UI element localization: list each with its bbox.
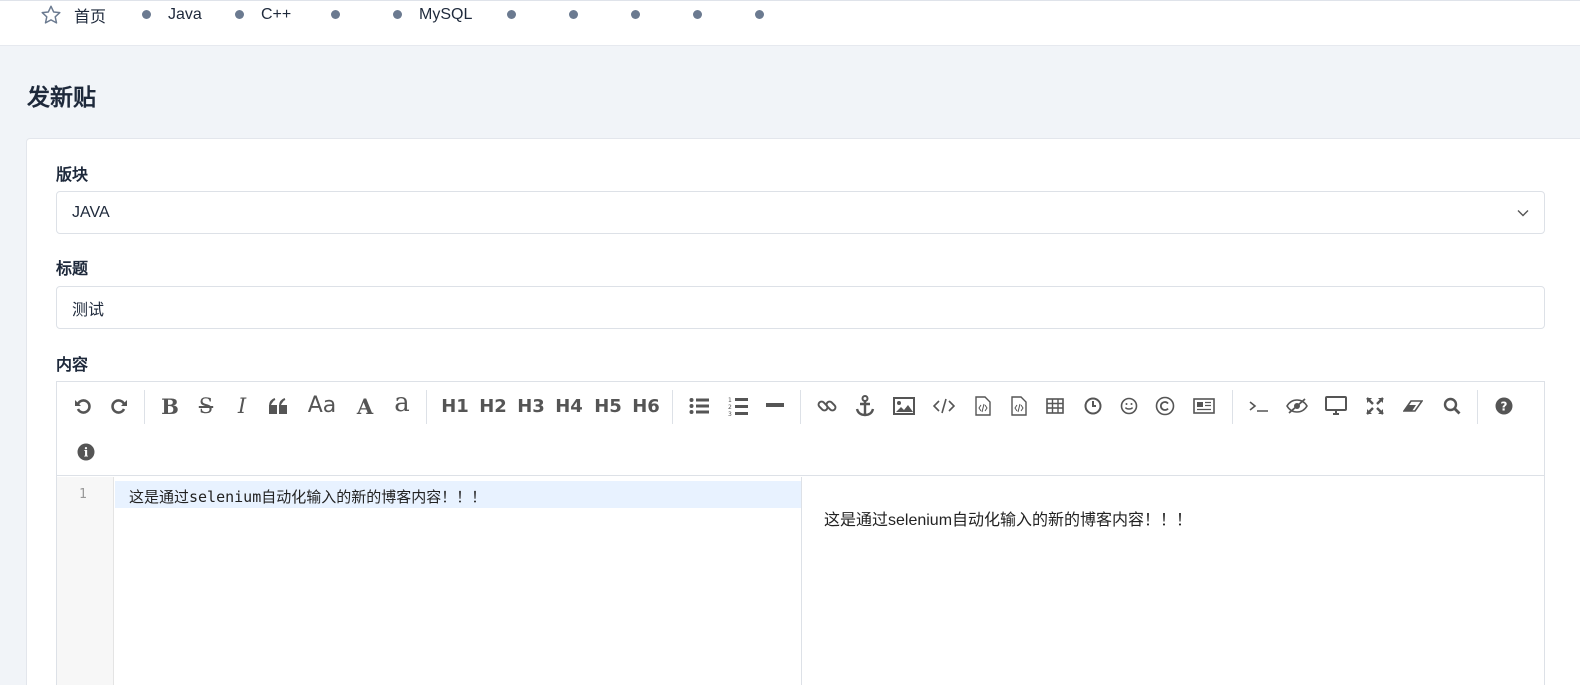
h4-button[interactable]: H4 [552, 391, 586, 421]
top-nav: 首页 Java C++ MySQL [0, 0, 1580, 46]
board-select[interactable]: JAVA [56, 191, 1545, 234]
nav-item-7[interactable] [631, 10, 640, 19]
h6-button[interactable]: H6 [629, 391, 663, 421]
nav-item-6[interactable] [569, 10, 578, 19]
uppercase-icon[interactable]: Aa [304, 390, 340, 420]
table-icon[interactable] [1040, 391, 1070, 421]
nav-dot [142, 10, 151, 19]
star-icon [40, 4, 62, 26]
nav-dot [235, 10, 244, 19]
fullscreen-icon[interactable] [1360, 391, 1390, 421]
lowercase-icon[interactable]: a [387, 388, 417, 418]
title-input[interactable]: 测试 [56, 286, 1545, 329]
code-icon[interactable] [929, 391, 959, 421]
svg-text:2: 2 [728, 404, 732, 411]
preformatted-code-icon[interactable] [968, 391, 998, 421]
html-entities-icon[interactable] [1150, 391, 1180, 421]
ordered-list-icon[interactable]: 123 [723, 391, 753, 421]
toolbar-divider [426, 390, 427, 424]
toolbar-divider [672, 390, 673, 424]
line-number: 1 [79, 487, 87, 502]
pagebreak-icon[interactable] [1189, 391, 1219, 421]
anchor-icon[interactable] [850, 391, 880, 421]
unordered-list-icon[interactable] [684, 391, 714, 421]
editor-content[interactable]: 这是通过selenium自动化输入的新的博客内容！！！ [129, 486, 486, 507]
bold-icon[interactable]: B [155, 391, 185, 421]
quote-icon[interactable] [264, 391, 294, 421]
image-icon[interactable] [889, 391, 919, 421]
link-icon[interactable] [812, 391, 842, 421]
uppercase-first-icon[interactable]: A [350, 391, 380, 421]
nav-item-mysql[interactable]: MySQL [419, 3, 472, 27]
page-title: 发新贴 [27, 84, 96, 110]
code-block-icon[interactable] [1004, 391, 1034, 421]
h3-button[interactable]: H3 [514, 391, 548, 421]
svg-text:i: i [84, 446, 89, 460]
datetime-icon[interactable] [1078, 391, 1108, 421]
toolbar-divider [1232, 390, 1233, 424]
board-select-value: JAVA [72, 203, 110, 221]
toolbar-divider [144, 390, 145, 424]
emoji-icon[interactable] [1114, 391, 1144, 421]
svg-text:?: ? [1501, 400, 1508, 414]
board-label: 版块 [56, 167, 89, 184]
editor-toolbar: B S I Aa A a H1 H2 H3 H4 H5 H6 123 ? i [57, 382, 1544, 476]
nav-item-5[interactable] [507, 10, 516, 19]
redo-icon[interactable] [104, 391, 134, 421]
svg-text:1: 1 [728, 397, 732, 404]
new-post-form: 版块 JAVA 标题 测试 内容 B S I Aa A a H1 H2 H3 H… [26, 138, 1580, 685]
help-icon[interactable]: ? [1489, 391, 1519, 421]
info-icon[interactable]: i [71, 437, 101, 467]
nav-home[interactable]: 首页 [40, 3, 106, 27]
undo-icon[interactable] [68, 391, 98, 421]
strikethrough-icon[interactable]: S [191, 391, 221, 421]
nav-home-label: 首页 [74, 9, 107, 26]
content-label: 内容 [56, 357, 89, 374]
italic-icon[interactable]: I [227, 391, 257, 421]
watch-icon[interactable] [1282, 391, 1312, 421]
markdown-editor: B S I Aa A a H1 H2 H3 H4 H5 H6 123 ? i 1… [56, 381, 1545, 685]
toolbar-divider [1477, 390, 1478, 424]
svg-text:3: 3 [728, 411, 732, 416]
hr-icon[interactable] [760, 391, 790, 421]
search-icon[interactable] [1437, 391, 1467, 421]
clear-icon[interactable] [1398, 391, 1428, 421]
nav-item-9[interactable] [755, 10, 764, 19]
preview-icon[interactable] [1321, 391, 1351, 421]
line-number-gutter: 1 [57, 477, 114, 685]
chevron-down-icon [1516, 206, 1530, 225]
h5-button[interactable]: H5 [591, 391, 625, 421]
nav-item-java[interactable]: Java [168, 3, 202, 27]
h2-button[interactable]: H2 [476, 391, 510, 421]
title-label: 标题 [56, 261, 89, 278]
nav-item-8[interactable] [693, 10, 702, 19]
nav-item-3[interactable] [331, 10, 340, 19]
editor-split-divider [801, 477, 802, 685]
nav-dot [393, 10, 402, 19]
goto-line-icon[interactable] [1244, 391, 1274, 421]
h1-button[interactable]: H1 [438, 391, 472, 421]
title-input-value: 测试 [72, 301, 105, 319]
toolbar-divider [800, 390, 801, 424]
preview-content: 这是通过selenium自动化输入的新的博客内容！！！ [824, 512, 1193, 529]
nav-item-cpp[interactable]: C++ [261, 3, 291, 27]
